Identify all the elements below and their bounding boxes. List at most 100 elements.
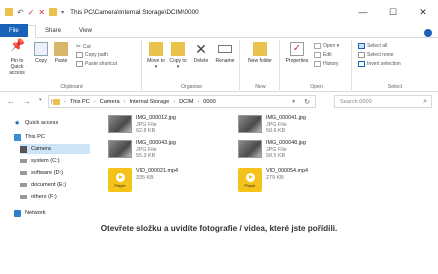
forward-arrow-icon[interactable]: →	[23, 97, 31, 106]
breadcrumb-this-pc[interactable]: This PC	[70, 99, 90, 105]
folder-icon	[5, 8, 13, 16]
file-item[interactable]: IMG_000043.jpg JPG File 55.3 KB	[108, 140, 176, 160]
minimize-button[interactable]: —	[348, 0, 378, 24]
drive-icon	[20, 195, 27, 199]
invert-selection-button[interactable]: Invert selection	[358, 61, 401, 67]
file-size: 58.5 KB	[266, 153, 286, 159]
tab-share[interactable]: Share	[36, 24, 70, 37]
nav-item-quick-access[interactable]: ★ Quick access	[14, 118, 58, 128]
file-item[interactable]: IMG_000041.jpg JPG File 58.6 KB	[238, 115, 306, 135]
image-thumbnail	[238, 140, 262, 158]
new-group: New folder New	[242, 40, 280, 90]
copy-path-icon	[76, 52, 83, 58]
copy-button[interactable]: Copy	[32, 42, 50, 64]
new-folder-label: New folder	[248, 58, 272, 64]
cut-button[interactable]: ✂ Cut	[76, 43, 91, 51]
ribbon: 📌 Pin to Quick access Copy Paste ✂ Cut C…	[0, 38, 438, 92]
history-label: History	[323, 61, 339, 67]
file-name: IMG_000041.jpg	[266, 115, 306, 121]
player-badge: Player	[244, 182, 256, 188]
new-folder-button[interactable]: New folder	[248, 42, 272, 64]
breadcrumb-camera[interactable]: Camera	[100, 99, 120, 105]
recent-dropdown-icon[interactable]: ▾	[39, 97, 42, 106]
properties-label: Properties	[285, 58, 309, 64]
pin-label: Pin to Quick access	[9, 58, 25, 76]
copy-to-button[interactable]: Copy to ▾	[168, 42, 188, 70]
rename-button[interactable]: Rename	[214, 42, 236, 64]
properties-button[interactable]: ✓ Properties	[284, 42, 310, 64]
network-icon	[14, 209, 21, 217]
search-input[interactable]: Search 0000	[340, 99, 372, 105]
properties-check-icon[interactable]: ✓	[28, 8, 35, 17]
file-item[interactable]: Player VID_000021.mp4 335 KB	[108, 168, 178, 192]
help-icon[interactable]	[424, 29, 432, 37]
invert-selection-icon	[358, 61, 365, 67]
pin-to-quick-access-button[interactable]: 📌 Pin to Quick access	[4, 39, 30, 76]
customize-toolbar-icon[interactable]: ▾	[61, 9, 64, 16]
nav-item-network[interactable]: Network	[14, 208, 46, 218]
image-thumbnail	[108, 140, 132, 158]
quick-access-toolbar: ↶ ✓ ✕ ▾	[0, 8, 64, 17]
paste-label: Paste	[54, 58, 68, 64]
move-to-label: Move to ▾	[147, 58, 165, 70]
breadcrumb-internal-storage[interactable]: Internal Storage	[129, 99, 169, 105]
copy-label: Copy	[35, 58, 47, 64]
tab-file[interactable]: File	[0, 24, 28, 37]
copy-to-label: Copy to ▾	[169, 58, 187, 70]
undo-icon[interactable]: ↶	[17, 8, 24, 17]
close-button[interactable]: ✕	[408, 0, 438, 24]
edit-button[interactable]: Edit	[314, 52, 332, 58]
title-bar: ↶ ✓ ✕ ▾ This PC\Camera\Internal Storage\…	[0, 0, 438, 24]
address-dropdown-icon[interactable]: ▾	[292, 99, 295, 105]
nav-label-software: software (D:)	[31, 170, 64, 176]
open-label: Open ▾	[323, 43, 340, 49]
nav-label-document: document (E:)	[31, 182, 67, 188]
history-button[interactable]: History	[314, 61, 339, 67]
breadcrumb-0000[interactable]: 0000	[203, 99, 215, 105]
cut-label: Cut	[83, 43, 91, 50]
search-box[interactable]: Search 0000 ⌕	[334, 95, 432, 108]
select-none-label: Select none	[367, 52, 394, 58]
select-all-icon	[358, 43, 365, 49]
tab-view[interactable]: View	[70, 24, 101, 37]
file-item[interactable]: IMG_000012.jpg JPG File 62.8 KB	[108, 115, 176, 135]
organise-group-label: Organise	[180, 84, 203, 90]
breadcrumb-dcim[interactable]: DCIM	[179, 99, 193, 105]
new-folder-icon[interactable]	[49, 8, 58, 16]
nav-item-this-pc[interactable]: This PC	[14, 132, 45, 142]
maximize-button[interactable]: ☐	[378, 0, 408, 24]
paste-shortcut-button[interactable]: Paste shortcut	[76, 61, 117, 67]
open-group: ✓ Properties Open ▾ Edit History Open	[282, 40, 352, 90]
address-bar[interactable]: › This PC › Camera › Internal Storage › …	[48, 95, 316, 108]
nav-item-camera[interactable]: Camera	[20, 144, 90, 154]
paste-button[interactable]: Paste	[52, 42, 70, 64]
back-arrow-icon[interactable]: ←	[7, 97, 15, 106]
select-group: Select all Select none Invert selection …	[354, 40, 436, 90]
nav-item-others-drive[interactable]: others (F:)	[20, 192, 57, 202]
select-all-button[interactable]: Select all	[358, 43, 387, 49]
nav-item-software-drive[interactable]: software (D:)	[20, 168, 63, 178]
select-none-button[interactable]: Select none	[358, 52, 393, 58]
delete-x-icon: ✕	[195, 41, 207, 57]
history-icon	[314, 61, 321, 67]
star-icon: ★	[14, 119, 21, 127]
open-group-label: Open	[310, 84, 323, 90]
video-thumbnail: Player	[238, 168, 262, 192]
file-item[interactable]: Player VID_000054.mp4 279 KB	[238, 168, 308, 192]
select-all-label: Select all	[367, 43, 388, 49]
video-thumbnail: Player	[108, 168, 132, 192]
move-to-button[interactable]: Move to ▾	[146, 42, 166, 70]
clipboard-group: 📌 Pin to Quick access Copy Paste ✂ Cut C…	[2, 39, 142, 90]
nav-item-document-drive[interactable]: document (E:)	[20, 180, 66, 190]
play-icon	[245, 172, 255, 182]
delete-x-icon[interactable]: ✕	[38, 8, 45, 17]
copy-path-button[interactable]: Copy path	[76, 52, 108, 58]
refresh-icon[interactable]: ↻	[304, 98, 310, 106]
nav-item-system-drive[interactable]: system (C:)	[20, 156, 60, 166]
open-button[interactable]: Open ▾	[314, 43, 339, 49]
nav-label-quick-access: Quick access	[25, 120, 59, 126]
file-item[interactable]: IMG_000048.jpg JPG File 58.5 KB	[238, 140, 306, 160]
address-row: ← → ▾ ↑ › This PC › Camera › Internal St…	[0, 92, 438, 110]
copy-icon	[34, 42, 48, 56]
delete-button[interactable]: ✕ Delete	[190, 42, 212, 64]
